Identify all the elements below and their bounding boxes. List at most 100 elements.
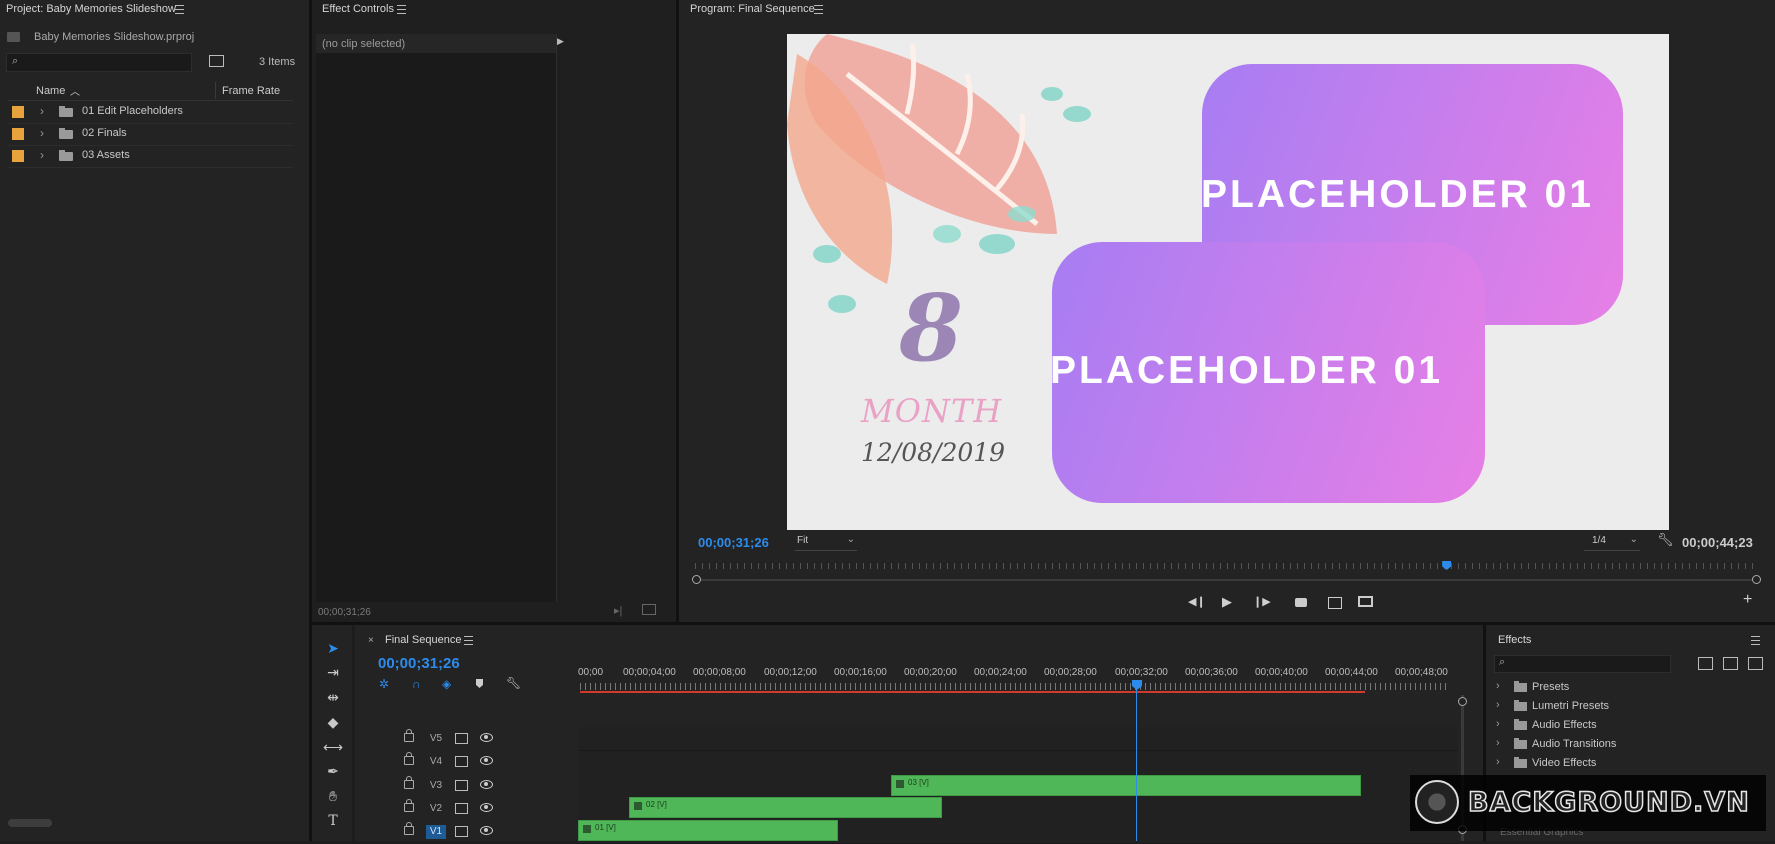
export-icon[interactable] bbox=[642, 604, 656, 615]
eye-icon[interactable] bbox=[480, 826, 493, 835]
label-color-swatch[interactable] bbox=[12, 150, 24, 162]
export-frame-camera-icon[interactable] bbox=[1295, 598, 1307, 607]
yuv-effects-icon[interactable] bbox=[1748, 657, 1763, 670]
lock-icon[interactable] bbox=[404, 822, 414, 835]
track-lane[interactable] bbox=[578, 751, 1458, 775]
timeline-clip[interactable]: 03 [V] bbox=[891, 775, 1361, 796]
export-icon[interactable] bbox=[1328, 597, 1342, 609]
sync-lock-film-icon[interactable] bbox=[455, 756, 468, 767]
panel-menu-icon[interactable] bbox=[397, 5, 406, 14]
panel-menu-icon[interactable] bbox=[1751, 636, 1760, 645]
safe-margins-icon[interactable] bbox=[1358, 596, 1373, 607]
timeline-clip[interactable]: 02 [V] bbox=[629, 797, 942, 818]
panel-menu-icon[interactable] bbox=[464, 636, 473, 645]
sync-lock-film-icon[interactable] bbox=[455, 803, 468, 814]
track-name[interactable]: V1 bbox=[426, 825, 446, 839]
chevron-right-icon[interactable]: › bbox=[40, 104, 44, 118]
track-lane[interactable] bbox=[578, 727, 1458, 751]
chevron-right-icon[interactable]: › bbox=[40, 126, 44, 140]
settings-wrench-icon[interactable]: 🔧︎ bbox=[1657, 532, 1674, 548]
effects-list-item[interactable]: › Audio Transitions bbox=[1490, 736, 1760, 755]
track-select-tool-icon[interactable]: ⇥ bbox=[320, 664, 346, 684]
label-color-swatch[interactable] bbox=[12, 128, 24, 140]
eye-icon[interactable] bbox=[480, 733, 493, 742]
panel-menu-icon[interactable] bbox=[175, 5, 184, 14]
timeline-title[interactable]: Final Sequence bbox=[385, 634, 461, 646]
sort-ascending-icon[interactable]: ︿ bbox=[70, 83, 80, 98]
list-item[interactable]: › 02 Finals bbox=[8, 123, 293, 146]
lock-icon[interactable] bbox=[404, 752, 414, 765]
play-triangle-icon[interactable]: ▶ bbox=[557, 36, 564, 47]
timeline-timecode[interactable]: 00;00;31;26 bbox=[378, 655, 460, 672]
type-tool-icon[interactable]: T bbox=[320, 813, 346, 833]
add-button[interactable]: + bbox=[1743, 591, 1752, 609]
track-name[interactable]: V2 bbox=[426, 802, 446, 816]
scroll-handle-top[interactable] bbox=[1458, 697, 1467, 706]
chevron-right-icon[interactable]: › bbox=[1496, 737, 1500, 749]
chevron-right-icon[interactable]: › bbox=[1496, 756, 1500, 768]
search-input[interactable]: ⌕ bbox=[6, 53, 192, 72]
lock-icon[interactable] bbox=[404, 776, 414, 789]
razor-tool-icon[interactable]: ◆ bbox=[320, 714, 346, 734]
close-icon[interactable]: × bbox=[368, 635, 374, 646]
chevron-right-icon[interactable]: › bbox=[1496, 699, 1500, 711]
snap-magnet-icon[interactable]: ∩ bbox=[412, 677, 421, 691]
step-back-button[interactable]: ◀❙ bbox=[1188, 595, 1206, 608]
column-frame-rate[interactable]: Frame Rate bbox=[222, 85, 280, 97]
track-name[interactable]: V5 bbox=[426, 732, 446, 746]
zoom-handle-right[interactable] bbox=[1752, 575, 1761, 584]
32bit-effects-icon[interactable] bbox=[1723, 657, 1738, 670]
lock-icon[interactable] bbox=[404, 799, 414, 812]
resolution-select[interactable]: 1/4 ⌄ bbox=[1584, 534, 1640, 551]
nest-sequence-icon[interactable]: ✲ bbox=[379, 677, 389, 691]
current-timecode[interactable]: 00;00;31;26 bbox=[698, 535, 769, 550]
chevron-right-icon[interactable]: › bbox=[40, 148, 44, 162]
timeline-clip[interactable]: 01 [V] bbox=[578, 820, 838, 841]
chevron-right-icon[interactable]: › bbox=[1496, 718, 1500, 730]
slip-tool-icon[interactable]: ⟷ bbox=[320, 739, 346, 759]
effects-list-item[interactable]: › Video Effects bbox=[1490, 755, 1760, 774]
sync-lock-film-icon[interactable] bbox=[455, 826, 468, 837]
list-item[interactable]: › 01 Edit Placeholders bbox=[8, 101, 293, 124]
column-name[interactable]: Name bbox=[36, 85, 65, 97]
chevron-right-icon[interactable]: › bbox=[1496, 680, 1500, 692]
pen-tool-icon[interactable]: ✒ bbox=[320, 763, 346, 783]
eye-icon[interactable] bbox=[480, 756, 493, 765]
panel-menu-icon[interactable] bbox=[814, 5, 823, 14]
zoom-handle-left[interactable] bbox=[692, 575, 701, 584]
effects-search-input[interactable]: ⌕ bbox=[1494, 655, 1671, 673]
timeline-settings-wrench-icon[interactable]: 🔧︎ bbox=[506, 676, 521, 690]
sync-lock-film-icon[interactable] bbox=[455, 733, 468, 744]
filter-icon[interactable]: ▸| bbox=[614, 604, 622, 617]
linked-selection-icon[interactable]: ◈ bbox=[442, 677, 451, 691]
program-monitor-title[interactable]: Program: Final Sequence bbox=[690, 3, 815, 15]
step-forward-button[interactable]: ❙▶ bbox=[1253, 595, 1271, 608]
program-video-frame[interactable]: PLACEHOLDER 01 PLACEHOLDER 01 8 MONTH 12… bbox=[787, 34, 1669, 530]
effects-title[interactable]: Effects bbox=[1498, 634, 1531, 646]
horizontal-scrollbar[interactable] bbox=[8, 819, 52, 827]
zoom-select[interactable]: Fit ⌄ bbox=[795, 534, 857, 551]
eye-icon[interactable] bbox=[480, 803, 493, 812]
work-area-bar[interactable] bbox=[580, 691, 1365, 693]
label-color-swatch[interactable] bbox=[12, 106, 24, 118]
ripple-edit-tool-icon[interactable]: ⇹ bbox=[320, 689, 346, 709]
new-bin-icon[interactable] bbox=[209, 55, 224, 67]
monitor-time-ruler[interactable] bbox=[695, 563, 1753, 569]
play-button[interactable]: ▶ bbox=[1222, 594, 1232, 610]
add-marker-icon[interactable] bbox=[476, 679, 483, 688]
track-name[interactable]: V3 bbox=[426, 779, 446, 793]
list-item[interactable]: › 03 Assets bbox=[8, 145, 293, 168]
effect-controls-title[interactable]: Effect Controls bbox=[322, 3, 394, 15]
zoom-scrollbar[interactable] bbox=[695, 579, 1757, 581]
selection-tool-icon[interactable]: ➤ bbox=[320, 640, 346, 660]
hand-tool-icon[interactable]: ✋︎ bbox=[320, 788, 346, 808]
sync-lock-film-icon[interactable] bbox=[455, 780, 468, 791]
effects-list-item[interactable]: › Presets bbox=[1490, 679, 1760, 698]
lock-icon[interactable] bbox=[404, 729, 414, 742]
effects-list-item[interactable]: › Audio Effects bbox=[1490, 717, 1760, 736]
track-name[interactable]: V4 bbox=[426, 755, 446, 769]
eye-icon[interactable] bbox=[480, 780, 493, 789]
effect-controls-timecode[interactable]: 00;00;31;26 bbox=[318, 607, 371, 618]
timeline-playhead-line[interactable] bbox=[1136, 688, 1137, 841]
accelerated-effects-icon[interactable] bbox=[1698, 657, 1713, 670]
